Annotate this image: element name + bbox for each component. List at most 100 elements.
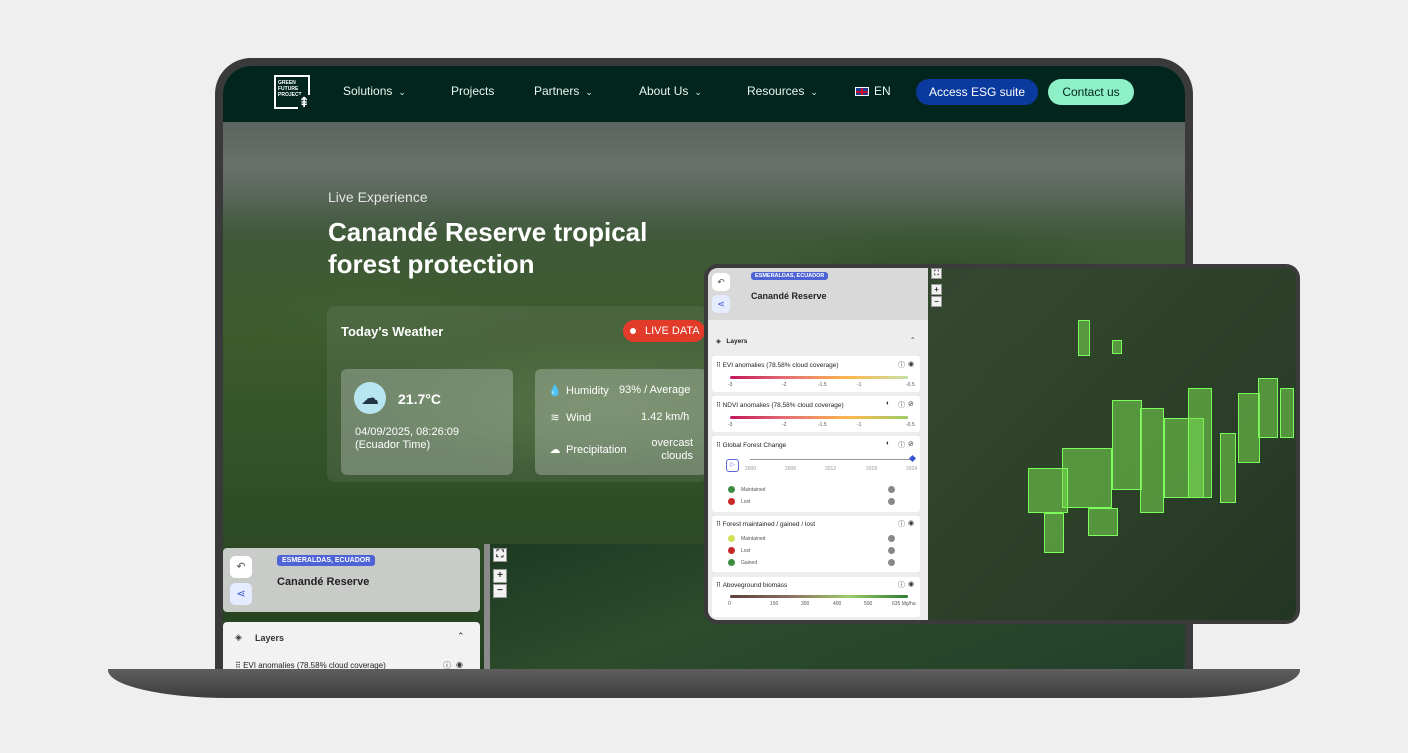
ndvi-tick: -2: [782, 422, 787, 428]
contrast-icon[interactable]: ◐: [886, 440, 890, 447]
forest-patch: [1078, 320, 1090, 356]
contact-us-button[interactable]: Contact us: [1048, 79, 1134, 105]
zoom-in-button[interactable]: +: [493, 569, 507, 583]
info-icon[interactable]: ⓘ: [898, 360, 905, 370]
layers-icon: ◈: [235, 632, 242, 642]
eye-icon[interactable]: ◉: [456, 660, 463, 669]
humidity-label: 💧 Humidity: [548, 384, 609, 397]
check-icon[interactable]: [888, 498, 895, 505]
evi-tick: -0.5: [906, 382, 915, 388]
legend-label: Lost: [741, 499, 751, 505]
legend-label: Maintained: [741, 536, 766, 542]
share-icon[interactable]: ⋖: [230, 583, 252, 605]
reserve-name: Canandé Reserve: [277, 576, 370, 588]
zoom-out-button[interactable]: −: [931, 296, 942, 307]
info-icon[interactable]: ⓘ: [898, 519, 905, 529]
zoom-out-button[interactable]: −: [493, 584, 507, 598]
wind-label-text: Wind: [566, 412, 592, 424]
eye-icon[interactable]: ◉: [908, 580, 914, 588]
reserve-name: Canandé Reserve: [751, 291, 827, 301]
evi-layer-label: ⠿ EVI anomalies (78.58% cloud coverage): [716, 362, 839, 369]
check-icon[interactable]: [888, 486, 895, 493]
back-icon[interactable]: ↶: [712, 273, 730, 291]
nav-resources-label: Resources: [747, 84, 805, 98]
info-icon[interactable]: ⓘ: [898, 580, 905, 590]
info-icon[interactable]: ⓘ: [898, 440, 905, 450]
weather-datetime: 04/09/2025, 08:26:09 (Ecuador Time): [355, 426, 505, 452]
forest-patch: [1258, 378, 1278, 438]
biomass-label-text: Aboveground biomass: [722, 582, 788, 589]
laptop-base: [108, 669, 1300, 698]
biomass-tick: 150: [770, 601, 779, 607]
check-icon[interactable]: [888, 535, 895, 542]
legend-label: Maintained: [741, 487, 766, 493]
play-icon[interactable]: ▷: [726, 459, 739, 472]
language-label: EN: [874, 84, 891, 98]
fullscreen-icon[interactable]: ⛶: [493, 548, 507, 562]
green-future-logo[interactable]: GREEN FUTURE PROJECT ⇞: [274, 75, 310, 109]
layers-title: ◈ Layers: [716, 338, 748, 345]
gfc-label-text: Global Forest Change: [722, 442, 787, 449]
forest-patch: [1220, 433, 1236, 503]
chevron-down-icon: ⌄: [398, 87, 406, 97]
datetime-value: 04/09/2025, 08:26:09: [355, 426, 459, 438]
cloud-icon: ☁: [354, 382, 386, 414]
ndvi-label-text: NDVI anomalies (78.58% cloud coverage): [722, 402, 844, 409]
ndvi-tick: -1.5: [818, 422, 827, 428]
nav-resources[interactable]: Resources ⌄: [747, 84, 818, 98]
check-icon[interactable]: [888, 559, 895, 566]
contrast-icon[interactable]: ◐: [886, 400, 890, 407]
top-navbar: GREEN FUTURE PROJECT ⇞ Solutions ⌄ Projects …: [223, 66, 1185, 122]
eye-off-icon[interactable]: ⊘: [908, 400, 914, 408]
chevron-up-icon[interactable]: ⌃: [457, 631, 465, 642]
timezone-label: (Ecuador Time): [355, 439, 431, 451]
eye-icon[interactable]: ◉: [908, 519, 914, 527]
biomass-layer-label: ⠿ Aboveground biomass: [716, 582, 788, 589]
year-tick: 2018: [866, 466, 878, 472]
evi-tick: -1: [857, 382, 862, 388]
tree-icon: ⇞: [298, 94, 310, 110]
wind-label: ≋ Wind: [548, 411, 591, 424]
nav-solutions[interactable]: Solutions ⌄: [343, 84, 406, 98]
eye-icon[interactable]: ◉: [908, 360, 914, 368]
evi-label-text: EVI anomalies (78.58% cloud coverage): [722, 362, 839, 369]
check-icon[interactable]: [888, 547, 895, 554]
live-dot-icon: [630, 328, 636, 334]
forest-patch: [1280, 388, 1294, 438]
ndvi-tick: -1: [857, 422, 862, 428]
timeline-slider[interactable]: [750, 459, 914, 460]
biomass-tick: 400: [833, 601, 842, 607]
nav-projects[interactable]: Projects: [451, 84, 494, 98]
forest-patch: [1188, 388, 1212, 498]
biomass-tick: 0: [728, 601, 731, 607]
wind-value: 1.42 km/h: [641, 411, 690, 423]
humidity-label-text: Humidity: [566, 385, 609, 397]
legend-dot-lost: [728, 547, 735, 554]
wind-icon: ≋: [550, 412, 560, 424]
biomass-tick: 635 Mg/ha: [892, 601, 916, 607]
weather-title: Today's Weather: [341, 324, 444, 339]
chevron-up-icon[interactable]: ⌃: [910, 336, 915, 344]
nav-partners[interactable]: Partners ⌄: [534, 84, 593, 98]
forest-patch: [1140, 408, 1164, 513]
nav-projects-label: Projects: [451, 84, 495, 98]
forest-patch: [1112, 400, 1142, 490]
evi-tick: -1.5: [818, 382, 827, 388]
precipitation-value: overcast clouds: [648, 437, 693, 463]
access-esg-button[interactable]: Access ESG suite: [916, 79, 1038, 105]
layers-title: Layers: [255, 633, 285, 643]
chevron-down-icon: ⌄: [810, 87, 818, 97]
eye-off-icon[interactable]: ⊘: [908, 440, 914, 448]
share-icon[interactable]: ⋖: [712, 295, 730, 313]
forest-patch: [1062, 448, 1112, 508]
year-tick: 2024: [906, 466, 918, 472]
language-selector[interactable]: EN: [855, 84, 891, 98]
chevron-down-icon: ⌄: [585, 87, 593, 97]
biomass-tick: 500: [864, 601, 873, 607]
back-icon[interactable]: ↶: [230, 556, 252, 578]
zoom-in-button[interactable]: +: [931, 284, 942, 295]
fullscreen-icon[interactable]: ⛶: [931, 268, 942, 279]
nav-about-us[interactable]: About Us ⌄: [639, 84, 702, 98]
precip-value-line2: clouds: [661, 450, 693, 462]
info-icon[interactable]: ⓘ: [898, 400, 905, 410]
